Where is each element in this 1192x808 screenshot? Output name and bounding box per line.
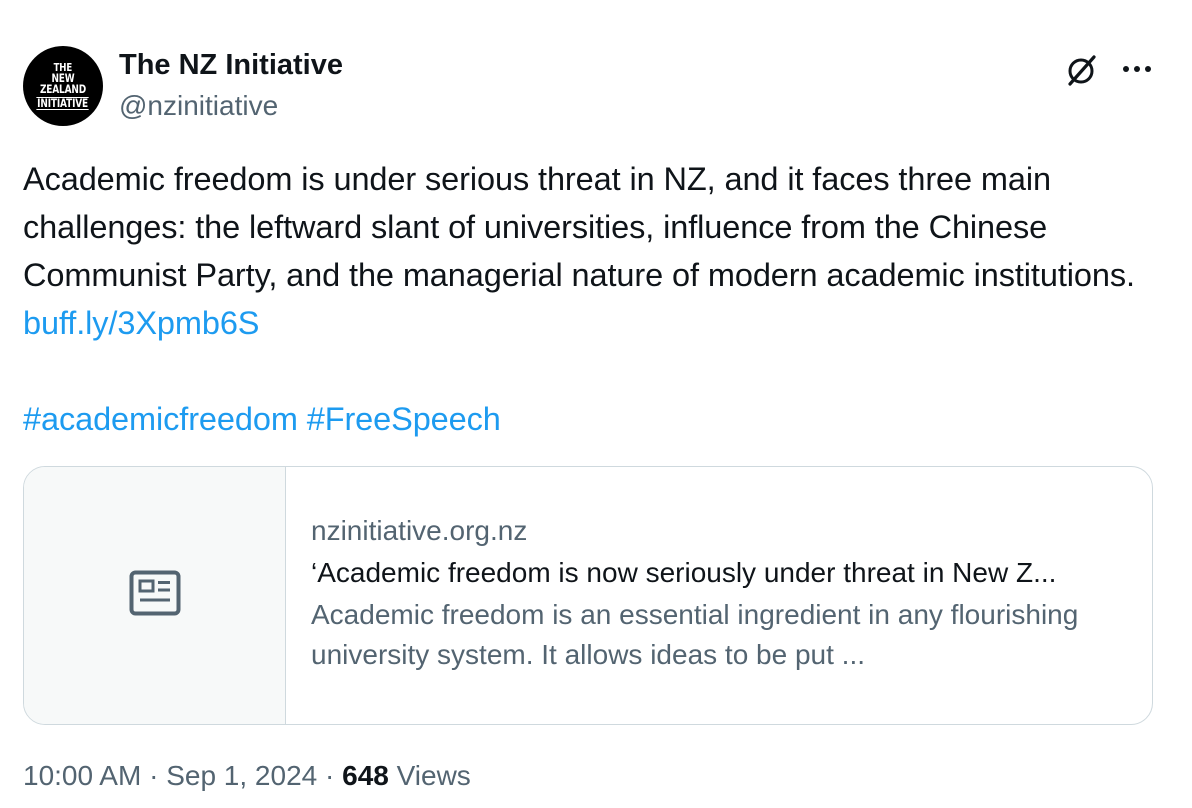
grok-icon[interactable] [1064, 52, 1100, 88]
hashtag-academicfreedom[interactable]: #academicfreedom [23, 401, 298, 437]
tweet-time[interactable]: 10:00 AM [23, 760, 141, 791]
card-media [24, 467, 286, 724]
more-options-icon[interactable] [1118, 50, 1156, 88]
meta-separator: · [317, 760, 343, 791]
tweet-meta: 10:00 AM · Sep 1, 2024 · 648 Views [23, 760, 471, 792]
hashtag-freespeech[interactable]: #FreeSpeech [307, 401, 501, 437]
link-preview-card[interactable]: nzinitiative.org.nz ‘Academic freedom is… [23, 466, 1153, 725]
tweet-date[interactable]: Sep 1, 2024 [166, 760, 317, 791]
card-description: Academic freedom is an essential ingredi… [311, 599, 1079, 670]
avatar-line-2: NEW ZEALAND [39, 70, 87, 97]
author-handle[interactable]: @nzinitiative [119, 90, 278, 122]
views-count: 648 [342, 760, 389, 791]
card-title: ‘Academic freedom is now seriously under… [311, 557, 1057, 588]
author-display-name[interactable]: The NZ Initiative [119, 49, 343, 82]
tweet-link[interactable]: buff.ly/3Xpmb6S [23, 305, 259, 341]
tweet-text: Academic freedom is under serious threat… [23, 155, 1163, 443]
card-domain: nzinitiative.org.nz [311, 515, 528, 546]
card-body: nzinitiative.org.nz ‘Academic freedom is… [286, 467, 1106, 724]
avatar-line-3: INITIATIVE [36, 95, 90, 111]
news-article-icon [129, 570, 181, 621]
avatar[interactable]: THE NEW ZEALAND INITIATIVE [23, 46, 103, 126]
meta-separator: · [141, 760, 167, 791]
views-label: Views [388, 760, 471, 791]
tweet: THE NEW ZEALAND INITIATIVE The NZ Initia… [0, 0, 1192, 808]
tweet-body-text: Academic freedom is under serious threat… [23, 161, 1135, 293]
